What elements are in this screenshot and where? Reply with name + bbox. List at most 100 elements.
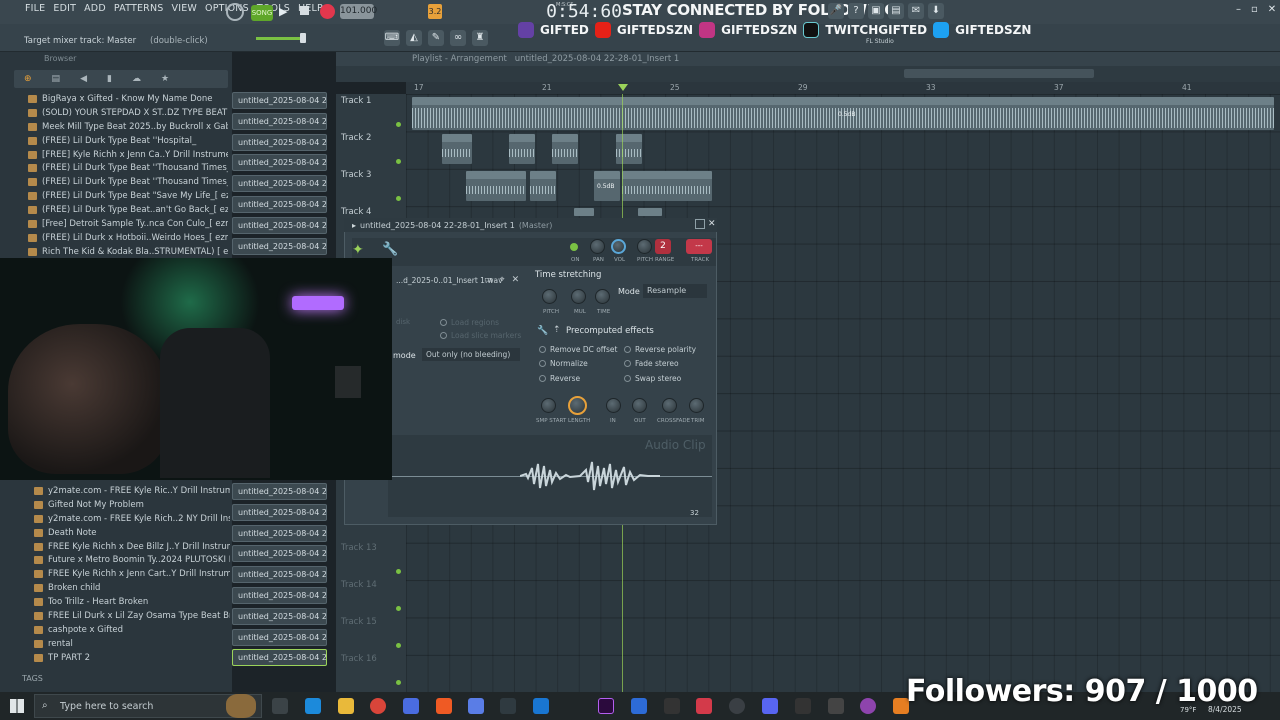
master-volume-handle[interactable] [300,33,306,43]
browser-favorites-icon[interactable]: ★ [161,74,169,84]
chat-icon[interactable]: ✉ [908,3,924,19]
stop-button[interactable] [300,6,309,15]
brave-icon[interactable] [436,698,452,714]
sample-start-knob[interactable] [541,398,556,413]
menu-view[interactable]: VIEW [171,3,199,14]
channel-button[interactable]: untitled_2025-08-04 22-... [232,112,327,130]
link-icon[interactable]: ∞ [450,30,466,46]
browser-cloud-icon[interactable]: ☁ [132,74,141,84]
browser-file-item[interactable]: (FREE) Lil Durk x Hotboii..Weirdo Hoes_[… [28,231,228,245]
task-view-icon[interactable] [272,698,288,714]
clip-on-led[interactable] [570,243,578,251]
audio-clip-track4[interactable]: un... [574,208,594,216]
reverse-polarity-checkbox[interactable]: Reverse polarity [624,345,696,354]
remove-dc-offset-checkbox[interactable]: Remove DC offset [539,345,617,354]
mixer-track-selector[interactable]: --- [686,239,712,254]
audio-clip-track4[interactable]: un... [638,208,662,216]
obs-icon[interactable] [729,698,745,714]
audio-clip-track2[interactable]: un... [616,134,642,164]
browser-file-item[interactable]: Too Trillz - Heart Broken [34,595,230,609]
browser-file-item[interactable]: (SOLD) YOUR STEPDAD X ST..DZ TYPE BEAT -… [28,106,228,120]
clip-pitch-knob[interactable] [637,239,652,254]
chrome-icon[interactable] [370,698,386,714]
browser-file-item[interactable]: Death Note [34,526,230,540]
crossfade-knob[interactable] [662,398,677,413]
channel-button[interactable]: untitled_2025-08-04 22-... [232,483,327,500]
minimize-icon[interactable]: – [1236,4,1241,15]
track-name[interactable]: Track 3 [341,170,371,180]
tempo-display[interactable]: 101.000 [340,4,377,19]
reverse-checkbox[interactable]: Reverse [539,374,580,383]
app-icon[interactable] [500,698,516,714]
channel-button[interactable]: untitled_2025-08-04 22-... [232,503,327,521]
browser-file-item[interactable]: y2mate.com - FREE Kyle Ric..Y Drill Inst… [34,484,230,498]
audio-clip-track3[interactable]: untitled_202...01_Insert 1 [622,171,712,201]
channel-button[interactable]: untitled_2025-08-04 22-... [232,133,327,151]
browser-file-item[interactable]: TP PART 2 [34,651,230,665]
channel-button[interactable]: untitled_2025-08-04 22-... [232,524,327,542]
track-mute-led[interactable] [396,122,401,127]
channel-button[interactable]: untitled_2025-08-04 22-... [232,154,327,172]
track-name[interactable]: Track 16 [341,654,377,664]
browser-file-item[interactable]: Gifted Not My Problem [34,498,230,512]
track-name[interactable]: Track 14 [341,580,377,590]
browser-file-item[interactable]: FREE Kyle Richh x Jenn Cart..Y Drill Ins… [34,567,230,581]
browser-file-item[interactable]: (FREE) Lil Durk Type Beat ''Thousand Tim… [28,175,228,189]
audio-clip-track2[interactable]: un... [509,134,535,164]
channel-button[interactable]: untitled_2025-08-04 22-... [232,545,327,563]
browser-file-item[interactable]: y2mate.com - FREE Kyle Rich..2 NY Drill … [34,512,230,526]
play-button[interactable]: ▶ [279,5,287,18]
ts-mul-knob[interactable] [571,289,586,304]
browser-file-item[interactable]: Broken child [34,581,230,595]
playlist-scrollbar[interactable] [904,69,1094,78]
track-mute-led[interactable] [396,680,401,685]
song-mode-button[interactable]: SONG [251,5,273,21]
channel-button[interactable]: untitled_2025-08-04 22-... [232,92,327,109]
browser-file-item[interactable]: rental [34,637,230,651]
clip-range-value[interactable]: 2 [655,239,671,254]
audio-clip-track3[interactable]: un... 0.5dB [594,171,620,201]
discord-icon[interactable] [762,698,778,714]
browser-file-item[interactable]: [FREE] Kyle Richh x Jenn Ca..Y Drill Ins… [28,148,228,162]
browser-icon[interactable]: ▤ [888,3,904,19]
bleeding-mode-select[interactable]: Out only (no bleeding) [422,348,520,361]
browser-file-item[interactable]: Meek Mill Type Beat 2025..by Buckroll x … [28,120,228,134]
fade-in-knob[interactable] [606,398,621,413]
track-name[interactable]: Track 2 [341,133,371,143]
app-icon[interactable] [795,698,811,714]
app-icon[interactable] [860,698,876,714]
pin-icon[interactable]: ⌖ [500,275,505,285]
maximize-icon[interactable]: ▫ [1251,4,1258,15]
download-icon[interactable]: ⬇ [928,3,944,19]
stamp-icon[interactable]: ♜ [472,30,488,46]
file-explorer-icon[interactable] [338,698,354,714]
track-mute-led[interactable] [396,569,401,574]
close-icon[interactable]: ✕ [1268,4,1276,15]
audio-clip-track2[interactable]: un... [442,134,472,164]
channel-button[interactable]: untitled_2025-08-04 22-... [232,216,327,234]
pencil-icon[interactable]: ✎ [428,30,444,46]
file-close-icon[interactable]: ✕ [512,275,520,285]
stretch-mode-select[interactable]: Resample [643,284,707,298]
ts-time-knob[interactable] [595,289,610,304]
browser-project-icon[interactable]: ▮ [107,74,112,84]
browser-files-icon[interactable]: ▤ [52,74,61,84]
menu-add[interactable]: ADD [83,3,107,14]
track-name[interactable]: Track 4 [341,207,371,217]
app-icon[interactable] [828,698,844,714]
typing-keyboard-icon[interactable]: ⌨ [384,30,400,46]
app-icon[interactable] [468,698,484,714]
track-name[interactable]: Track 13 [341,543,377,553]
channel-button[interactable]: untitled_2025-08-04 22-... [232,607,327,625]
channel-button[interactable]: untitled_2025-08-04 22-... [232,566,327,584]
browser-file-item[interactable]: Rich The Kid & Kodak Bla..STRUMENTAL) [ … [28,245,228,259]
track-mute-led[interactable] [396,196,401,201]
mic-icon[interactable]: 🎤 [828,3,844,19]
playlist-ruler[interactable]: 17 21 25 29 33 37 41 [406,82,1280,94]
app-icon[interactable] [631,698,647,714]
track-name[interactable]: Track 15 [341,617,377,627]
epic-games-icon[interactable] [664,698,680,714]
browser-file-item[interactable]: (FREE) Lil Durk Type Beat..an't Go Back_… [28,203,228,217]
help-icon[interactable]: ? [848,3,864,19]
menu-patterns[interactable]: PATTERNS [113,3,165,14]
